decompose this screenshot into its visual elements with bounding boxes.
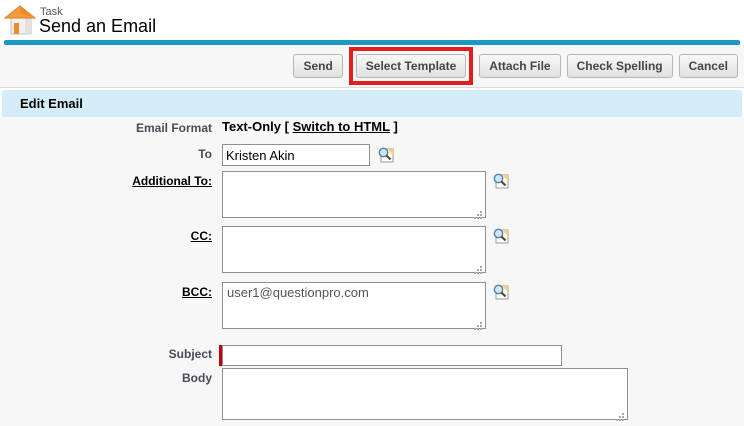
body-textarea[interactable]: [222, 368, 628, 420]
section-title: Edit Email: [20, 96, 83, 111]
page-title: Send an Email: [39, 16, 156, 37]
select-template-button[interactable]: Select Template: [356, 54, 466, 78]
cc-lookup-icon[interactable]: [492, 227, 510, 245]
switch-to-html-link[interactable]: Switch to HTML: [293, 119, 390, 134]
cancel-button[interactable]: Cancel: [679, 54, 738, 78]
bcc-lookup-icon[interactable]: [492, 283, 510, 301]
edit-email-section-header: Edit Email: [2, 90, 742, 117]
send-email-page: Task Send an Email Send Select Template …: [0, 0, 744, 426]
body-label: Body: [32, 371, 212, 385]
check-spelling-button[interactable]: Check Spelling: [567, 54, 673, 78]
email-format-value: Text-Only [ Switch to HTML ]: [222, 119, 398, 134]
bcc-textarea[interactable]: user1@questionpro.com: [222, 282, 486, 329]
additional-to-lookup-icon[interactable]: [492, 172, 510, 190]
select-template-highlight: Select Template: [349, 47, 473, 85]
toolbar-button-row: Send Select Template Attach File Check S…: [293, 45, 738, 87]
send-button[interactable]: Send: [293, 54, 342, 78]
subject-label: Subject: [32, 347, 212, 361]
toolbar: Send Select Template Attach File Check S…: [0, 45, 744, 88]
cc-label[interactable]: CC:: [32, 229, 212, 243]
to-lookup-icon[interactable]: [377, 146, 395, 164]
subject-input[interactable]: [222, 345, 562, 366]
email-format-current: Text-Only: [222, 119, 281, 134]
attach-file-button[interactable]: Attach File: [479, 54, 560, 78]
email-format-label: Email Format: [32, 121, 212, 135]
to-input[interactable]: [222, 144, 370, 166]
bcc-label[interactable]: BCC:: [32, 285, 212, 299]
task-icon: [4, 4, 36, 36]
cc-textarea[interactable]: [222, 226, 486, 273]
additional-to-label[interactable]: Additional To:: [32, 174, 212, 188]
additional-to-textarea[interactable]: [222, 171, 486, 218]
bracket-open: [: [285, 119, 289, 134]
bracket-close: ]: [393, 119, 397, 134]
to-label: To: [32, 147, 212, 161]
